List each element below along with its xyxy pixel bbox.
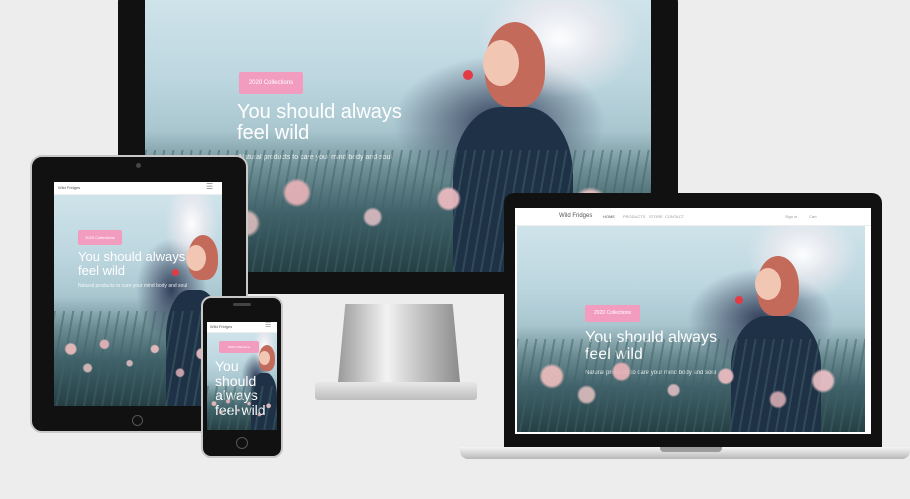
tablet-camera bbox=[136, 163, 141, 168]
tablet-navbar: Wild Fridges ☰ bbox=[54, 182, 222, 195]
tablet-hero: 2020 Collections You should always feel … bbox=[54, 195, 222, 406]
nav-item-products[interactable]: PRODUCTS bbox=[623, 214, 645, 219]
nav-cart[interactable]: Cart bbox=[809, 214, 817, 219]
hero-woman-image bbox=[725, 256, 835, 432]
laptop-navbar: Wild Fridges HOME PRODUCTS STORE CONTACT… bbox=[515, 208, 871, 226]
tablet-screen: Wild Fridges ☰ 2020 Collections You shou… bbox=[54, 182, 222, 406]
phone-device: Wild Fridges ☰ 2020 Collections You shou… bbox=[201, 296, 283, 458]
hero-title: You should always feel wild bbox=[215, 358, 266, 419]
monitor-stand-base bbox=[315, 382, 477, 400]
tablet-home-button[interactable] bbox=[132, 415, 143, 426]
phone-brand[interactable]: Wild Fridges bbox=[210, 324, 232, 329]
hero-subtitle: Natural products to care your mind body … bbox=[78, 283, 188, 289]
nav-item-store[interactable]: STORE bbox=[649, 214, 663, 219]
nav-item-home[interactable]: HOME bbox=[603, 214, 615, 219]
tablet-brand[interactable]: Wild Fridges bbox=[58, 185, 80, 190]
laptop-screen: Wild Fridges HOME PRODUCTS STORE CONTACT… bbox=[515, 208, 871, 434]
phone-home-button[interactable] bbox=[236, 437, 248, 449]
hero-subtitle: Natural products to care your mind body … bbox=[239, 154, 392, 161]
phone-hero: 2020 Collections You should always feel … bbox=[207, 333, 277, 430]
hamburger-menu-icon[interactable]: ☰ bbox=[206, 182, 213, 191]
nav-item-contact[interactable]: CONTACT bbox=[665, 214, 684, 219]
phone-screen: Wild Fridges ☰ 2020 Collections You shou… bbox=[207, 322, 277, 430]
laptop-device: Wild Fridges HOME PRODUCTS STORE CONTACT… bbox=[460, 193, 910, 468]
hero-woman-image bbox=[251, 345, 277, 430]
hero-collection-button[interactable]: 2020 Collections bbox=[585, 305, 640, 322]
nav-sign-in[interactable]: Sign in bbox=[785, 214, 797, 219]
phone-navbar: Wild Fridges ☰ bbox=[207, 322, 277, 333]
laptop-brand[interactable]: Wild Fridges bbox=[559, 213, 592, 219]
hero-collection-button[interactable]: 2020 Collections bbox=[219, 341, 259, 353]
laptop-hero: 2020 Collections You should always feel … bbox=[517, 226, 865, 432]
hero-title: You should always feel wild bbox=[237, 101, 402, 144]
phone-speaker bbox=[233, 303, 251, 306]
hero-subtitle: Natural products to care your mind body … bbox=[585, 370, 717, 376]
hero-collection-button[interactable]: 2020 Collections bbox=[78, 230, 122, 245]
monitor-stand bbox=[338, 304, 460, 382]
hero-title: You should always feel wild bbox=[78, 249, 186, 278]
hamburger-menu-icon[interactable]: ☰ bbox=[265, 322, 271, 329]
hero-title: You should always feel wild bbox=[585, 329, 717, 363]
hero-collection-button[interactable]: 2020 Collections bbox=[239, 72, 303, 94]
laptop-notch bbox=[660, 447, 722, 452]
